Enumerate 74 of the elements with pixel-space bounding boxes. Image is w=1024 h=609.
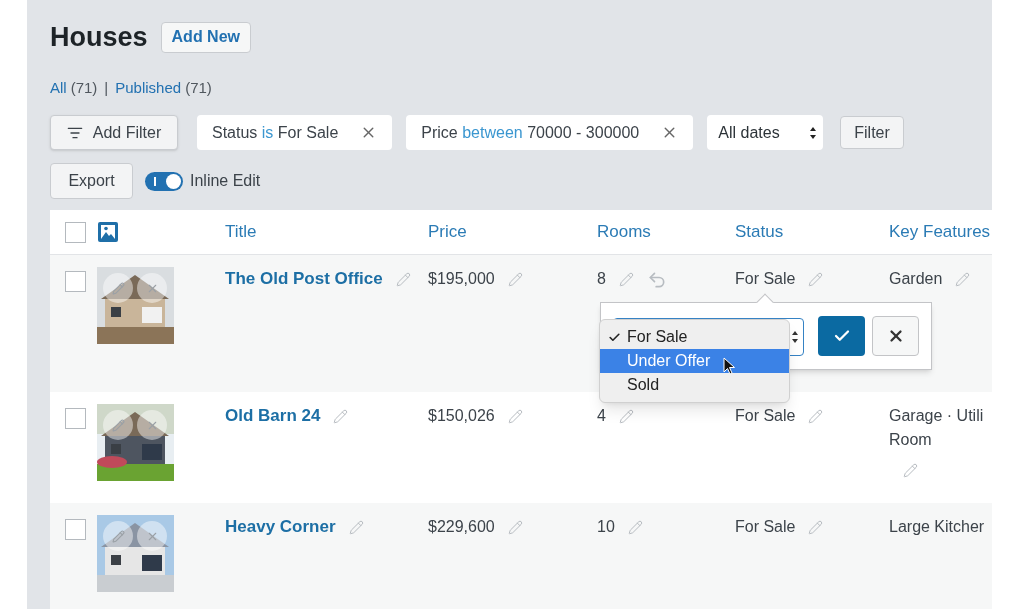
- column-header[interactable]: Status: [735, 219, 889, 245]
- dropdown-option[interactable]: For Sale: [600, 325, 789, 349]
- status-text: For Sale: [735, 517, 796, 537]
- dropdown-option[interactable]: Sold: [600, 373, 789, 397]
- rooms-text: 8: [597, 269, 606, 289]
- pencil-icon[interactable]: [955, 272, 971, 287]
- pencil-icon[interactable]: [903, 463, 918, 479]
- cursor-icon: [723, 357, 736, 376]
- view-link[interactable]: Published: [115, 76, 182, 99]
- pencil-icon: [111, 418, 125, 432]
- view-link[interactable]: All: [50, 76, 67, 99]
- pencil-icon: [111, 281, 125, 295]
- filter-chip-label: Status is For Sale: [212, 122, 339, 143]
- confirm-button[interactable]: [818, 316, 865, 356]
- image-icon: [97, 221, 119, 243]
- pencil-icon[interactable]: [507, 409, 523, 424]
- page-title: Houses: [50, 21, 148, 54]
- view-count: (71): [185, 77, 212, 98]
- column-header[interactable]: Price: [428, 219, 597, 245]
- view-separator: |: [104, 77, 109, 98]
- column-header[interactable]: Rooms: [597, 219, 735, 245]
- checkbox[interactable]: [65, 271, 86, 292]
- inline-edit-label: Inline Edit: [190, 171, 261, 191]
- pencil-icon[interactable]: [618, 272, 634, 287]
- features-text: Room: [889, 430, 932, 450]
- features-text: Garage · Utili: [889, 406, 984, 426]
- pencil-icon[interactable]: [348, 520, 364, 536]
- pencil-icon[interactable]: [627, 520, 643, 535]
- post-title-link[interactable]: The Old Post Office: [225, 269, 383, 288]
- filter-chip[interactable]: Status is For Sale: [197, 115, 393, 150]
- cancel-button[interactable]: [872, 316, 919, 356]
- inline-edit-toggle[interactable]: [145, 171, 183, 191]
- features-text: Large Kitcher: [889, 517, 985, 537]
- column-header[interactable]: Title: [225, 219, 428, 245]
- checkbox[interactable]: [65, 519, 86, 540]
- export-button[interactable]: Export: [50, 163, 133, 199]
- rooms-text: 4: [597, 406, 606, 426]
- checkbox[interactable]: [65, 221, 86, 243]
- edit-image-button[interactable]: [103, 273, 133, 303]
- post-title-link[interactable]: Old Barn 24: [225, 406, 321, 425]
- price-text: $229,600: [428, 517, 495, 537]
- column-header[interactable]: Key Features: [889, 219, 992, 245]
- price-text: $195,000: [428, 269, 495, 289]
- features-text: Garden: [889, 269, 943, 289]
- pencil-icon: [111, 529, 125, 543]
- pencil-icon[interactable]: [808, 272, 824, 287]
- remove-image-button[interactable]: [137, 521, 167, 551]
- price-text: $150,026: [428, 406, 495, 426]
- pencil-icon[interactable]: [808, 520, 824, 535]
- add-new-button[interactable]: Add New: [160, 21, 251, 53]
- status-text: For Sale: [735, 269, 796, 289]
- add-filter-button[interactable]: Add Filter: [50, 115, 178, 150]
- post-title-link[interactable]: Heavy Corner: [225, 517, 336, 536]
- filter-chip-label: Price between 70000 - 300000: [421, 122, 640, 143]
- pencil-icon[interactable]: [395, 272, 411, 288]
- view-count: (71): [70, 77, 98, 98]
- rooms-text: 10: [597, 517, 615, 537]
- pencil-icon[interactable]: [618, 409, 634, 424]
- pencil-icon[interactable]: [808, 409, 824, 424]
- status-text: For Sale: [735, 406, 796, 426]
- updown-icon: [809, 125, 818, 140]
- pencil-icon[interactable]: [507, 520, 523, 535]
- pencil-icon[interactable]: [333, 409, 349, 425]
- remove-image-button[interactable]: [137, 273, 167, 303]
- checkbox[interactable]: [65, 408, 86, 429]
- date-select[interactable]: All dates: [707, 115, 824, 150]
- edit-image-button[interactable]: [103, 521, 133, 551]
- remove-image-button[interactable]: [137, 410, 167, 440]
- undo-icon[interactable]: [646, 270, 667, 290]
- pencil-icon[interactable]: [507, 272, 523, 287]
- dropdown-option[interactable]: Under Offer: [600, 349, 789, 373]
- filter-button[interactable]: Filter: [840, 116, 904, 149]
- edit-image-button[interactable]: [103, 410, 133, 440]
- filter-chip[interactable]: Price between 70000 - 300000: [406, 115, 694, 150]
